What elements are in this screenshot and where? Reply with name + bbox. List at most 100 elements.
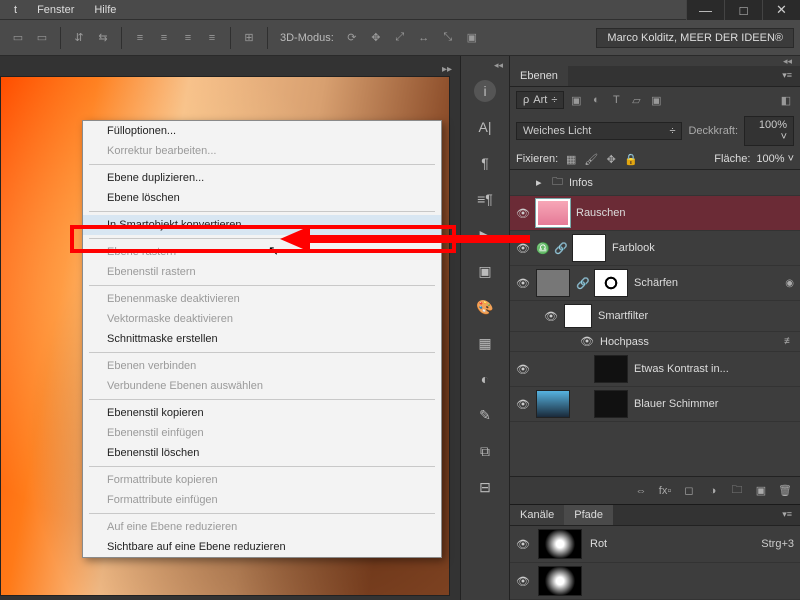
layer-row[interactable]: 👁 Etwas Kontrast in... [510, 352, 800, 387]
layer-thumbnail[interactable] [536, 390, 570, 418]
menu-item-help[interactable]: Hilfe [84, 4, 126, 16]
distribute-icon[interactable]: ≡ [154, 28, 174, 48]
tab-channels[interactable]: Kanäle [510, 505, 564, 525]
channel-thumbnail[interactable] [538, 566, 582, 596]
add-mask-icon[interactable]: ◻ [682, 484, 696, 497]
tab-paths[interactable]: Pfade [564, 505, 613, 525]
context-menu-item[interactable]: Ebene duplizieren... [83, 168, 441, 188]
layer-thumbnail[interactable] [594, 355, 628, 383]
tab-layers[interactable]: Ebenen [510, 66, 568, 86]
distribute-icon[interactable]: ⇵ [69, 28, 89, 48]
layer-fx-icon[interactable]: fx▫ [658, 485, 672, 497]
context-menu-item[interactable]: Fülloptionen... [83, 121, 441, 141]
close-button[interactable]: ✕ [762, 0, 800, 20]
context-menu-item[interactable]: Schnittmaske erstellen [83, 329, 441, 349]
user-badge[interactable]: Marco Kolditz, MEER DER IDEEN® [596, 28, 794, 48]
actions-panel-icon[interactable]: ▣ [474, 260, 496, 282]
channel-row[interactable]: 👁 Rot Strg+3 [510, 526, 800, 563]
context-menu-item[interactable]: Sichtbare auf eine Ebene reduzieren [83, 537, 441, 557]
filter-shape-icon[interactable]: ▱ [628, 92, 644, 108]
layer-row[interactable]: 👁 Blauer Schimmer [510, 387, 800, 422]
context-menu-item[interactable]: Ebenenstil kopieren [83, 403, 441, 423]
channel-row[interactable]: 👁 [510, 563, 800, 600]
filter-toggle-icon[interactable]: ◧ [778, 92, 794, 108]
context-menu-item[interactable]: Ebene löschen [83, 188, 441, 208]
visibility-toggle-icon[interactable]: 👁 [516, 538, 530, 551]
distribute-icon[interactable]: ≡ [202, 28, 222, 48]
visibility-toggle-icon[interactable]: 👁 [544, 310, 558, 323]
mask-thumbnail[interactable] [572, 234, 606, 262]
clone-panel-icon[interactable]: ⧉ [474, 440, 496, 462]
opacity-field[interactable]: 100% ˅ [744, 116, 794, 146]
minimize-button[interactable]: — [686, 0, 724, 20]
panel-menu-icon[interactable]: ▾≡ [774, 66, 800, 86]
context-menu-item[interactable]: Ebenenstil löschen [83, 443, 441, 463]
lock-pixels-icon[interactable]: 🖌 [584, 152, 598, 166]
filter-settings-icon[interactable]: ≢ [784, 336, 794, 347]
channel-thumbnail[interactable] [538, 529, 582, 559]
orbit-icon[interactable]: ⟳ [342, 28, 362, 48]
blend-mode-select[interactable]: Weiches Licht÷ [516, 122, 682, 140]
distribute-icon[interactable]: ≡ [178, 28, 198, 48]
new-group-icon[interactable]: 🗀 [730, 481, 744, 500]
lock-position-icon[interactable]: ✥ [604, 152, 618, 166]
layer-row[interactable]: 👁 Hochpass ≢ [510, 332, 800, 352]
visibility-toggle-icon[interactable]: 👁 [516, 398, 530, 411]
info-panel-icon[interactable]: i [474, 80, 496, 102]
mask-thumbnail[interactable] [594, 269, 628, 297]
visibility-toggle-icon[interactable]: 👁 [516, 242, 530, 255]
paragraph-panel-icon[interactable]: ¶ [474, 152, 496, 174]
dolly-icon[interactable]: ⤢ [390, 28, 410, 48]
pan-icon[interactable]: ✥ [366, 28, 386, 48]
lock-all-icon[interactable]: 🔒 [624, 152, 638, 166]
new-adjustment-icon[interactable]: ◑ [706, 485, 720, 497]
visibility-toggle-icon[interactable]: 👁 [580, 335, 594, 348]
align-icon[interactable]: ▭ [32, 28, 52, 48]
layer-thumbnail[interactable] [536, 199, 570, 227]
mask-thumbnail[interactable] [594, 390, 628, 418]
smartfilter-badge-icon[interactable]: ◉ [785, 278, 794, 289]
scale-icon[interactable]: ⤡ [438, 28, 458, 48]
disclosure-icon[interactable]: ▸ [536, 176, 546, 189]
distribute-icon[interactable]: ≡ [130, 28, 150, 48]
distribute-icon[interactable]: ⊞ [239, 28, 259, 48]
character-panel-icon[interactable]: A| [474, 116, 496, 138]
properties-panel-icon[interactable]: ⊟ [474, 476, 496, 498]
color-panel-icon[interactable]: 🎨 [474, 296, 496, 318]
history-panel-icon[interactable]: ▶ [474, 224, 496, 246]
visibility-toggle-icon[interactable]: 👁 [516, 575, 530, 588]
lock-transparent-icon[interactable]: ▦ [564, 152, 578, 166]
panel-grip-icon[interactable]: ◂◂ [510, 56, 800, 66]
menu-item[interactable]: t [4, 4, 27, 16]
filter-mask-thumbnail[interactable] [564, 304, 592, 328]
filter-smart-icon[interactable]: ▣ [648, 92, 664, 108]
filter-kind-select[interactable]: ρArt÷ [516, 91, 564, 109]
maximize-button[interactable]: □ [724, 0, 762, 20]
layer-row[interactable]: 👁 ♎ 🔗 Farblook [510, 231, 800, 266]
visibility-toggle-icon[interactable]: 👁 [516, 277, 530, 290]
panel-menu-icon[interactable]: ▾≡ [774, 505, 800, 525]
visibility-toggle-icon[interactable]: 👁 [516, 363, 530, 376]
swatches-panel-icon[interactable]: ▦ [474, 332, 496, 354]
align-icon[interactable]: ▭ [8, 28, 28, 48]
layer-group-row[interactable]: ▸ 🗀 Infos [510, 170, 800, 196]
layer-row[interactable]: 👁 Smartfilter [510, 301, 800, 332]
visibility-toggle-icon[interactable]: 👁 [516, 207, 530, 220]
filter-pixel-icon[interactable]: ▣ [568, 92, 584, 108]
filter-adjust-icon[interactable]: ◐ [588, 92, 604, 108]
delete-layer-icon[interactable]: 🗑 [778, 484, 792, 497]
distribute-icon[interactable]: ⇆ [93, 28, 113, 48]
menu-item-window[interactable]: Fenster [27, 4, 84, 16]
adjustments-panel-icon[interactable]: ◐ [474, 368, 496, 390]
new-layer-icon[interactable]: ▣ [754, 484, 768, 497]
fill-field[interactable]: 100% ˅ [756, 153, 794, 165]
slide-icon[interactable]: ↔ [414, 28, 434, 48]
context-menu-item[interactable]: In Smartobjekt konvertieren [83, 215, 441, 235]
layer-row[interactable]: 👁 🔗 Schärfen ◉ [510, 266, 800, 301]
link-layers-icon[interactable]: ⇔ [634, 485, 648, 497]
styles-panel-icon[interactable]: ≡¶ [474, 188, 496, 210]
layer-thumbnail[interactable] [536, 269, 570, 297]
filter-type-icon[interactable]: T [608, 92, 624, 108]
brush-panel-icon[interactable]: ✎ [474, 404, 496, 426]
panel-grip-icon[interactable]: ▸▸ [442, 64, 452, 75]
